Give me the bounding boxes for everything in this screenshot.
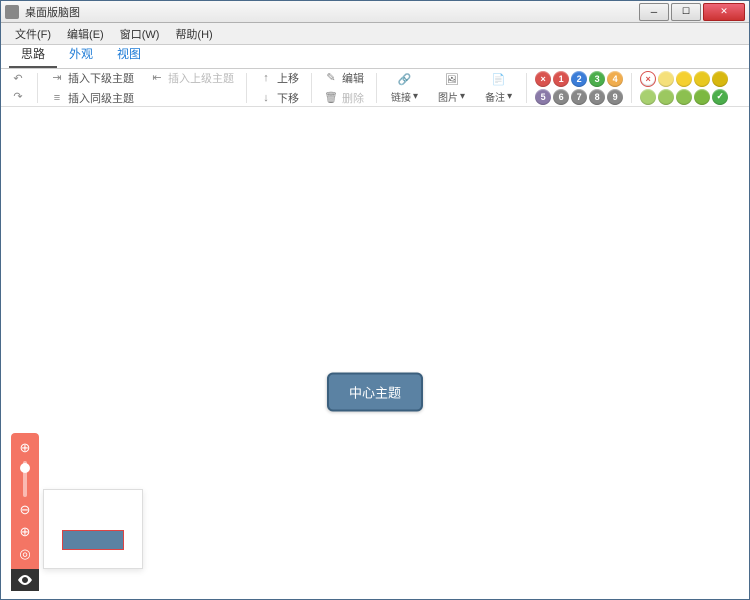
app-window: 桌面版脑图 ─ ☐ ✕ 文件(F) 编辑(E) 窗口(W) 帮助(H) 思路 外… [0,0,750,600]
separator [246,73,247,103]
edit-button[interactable]: ✎编辑 [320,69,368,87]
marker-mr4-3[interactable] [694,89,710,105]
toolbar: ↶ ↷ ⇥插入下级主题 ⇤插入上级主题 ≡插入同级主题 ↑上移 ↓下移 ✎编辑 … [1,69,749,107]
link-button[interactable]: 🔗 链接▾ [385,72,424,104]
separator [376,73,377,103]
pencil-icon: ✎ [324,71,338,85]
tab-idea[interactable]: 思路 [9,41,57,68]
eye-icon [17,574,33,586]
undo-icon: ↶ [11,72,25,86]
minimize-button[interactable]: ─ [639,3,669,21]
move-group: ↑上移 ↓下移 [255,69,303,107]
tab-appearance[interactable]: 外观 [57,41,105,68]
marker-mr2-1[interactable]: 6 [553,89,569,105]
window-title: 桌面版脑图 [25,4,637,20]
marker-mr1-3[interactable]: 3 [589,71,605,87]
move-up-button[interactable]: ↑上移 [255,69,303,87]
marker-mr4-0[interactable] [640,89,656,105]
zoom-out-button[interactable]: ⊖ [16,501,34,519]
separator [526,73,527,103]
insert-sub-button[interactable]: ⇥插入下级主题 [46,69,138,87]
marker-mr3-0[interactable]: × [640,71,656,87]
insert-sub-icon: ⇥ [50,71,64,85]
minimap-toggle-button[interactable] [11,569,39,591]
undo-button[interactable]: ↶ [7,71,29,87]
insert-group: ⇥插入下级主题 ⇤插入上级主题 ≡插入同级主题 [46,69,238,107]
insert-sibling-button[interactable]: ≡插入同级主题 [46,89,238,107]
trash-icon: 🗑 [324,91,338,105]
priority-markers: ×1234 56789 [535,71,623,105]
note-button[interactable]: 📄 备注▾ [479,72,518,104]
marker-mr1-0[interactable]: × [535,71,551,87]
central-topic-node[interactable]: 中心主题 [327,373,423,412]
marker-mr4-4[interactable]: ✓ [712,89,728,105]
delete-button[interactable]: 🗑删除 [320,89,368,107]
zoom-in-button[interactable]: ⊕ [16,439,34,457]
redo-button[interactable]: ↷ [7,89,29,105]
zoom-slider[interactable] [23,461,27,497]
separator [631,73,632,103]
marker-mr3-1[interactable] [658,71,674,87]
marker-mr2-2[interactable]: 7 [571,89,587,105]
note-icon: 📄 [490,72,508,88]
tab-view[interactable]: 视图 [105,41,153,68]
chevron-down-icon: ▾ [460,91,465,102]
marker-mr2-3[interactable]: 8 [589,89,605,105]
tabbar: 思路 外观 视图 [1,45,749,69]
edit-group: ✎编辑 🗑删除 [320,69,368,107]
progress-markers: × ✓ [640,71,728,105]
zoom-thumb[interactable] [20,463,30,473]
marker-mr4-2[interactable] [676,89,692,105]
marker-mr1-2[interactable]: 2 [571,71,587,87]
app-icon [5,5,19,19]
insert-sibling-icon: ≡ [50,91,64,105]
history-group: ↶ ↷ [7,71,29,105]
arrow-down-icon: ↓ [259,91,273,105]
minimap-node [62,530,124,550]
marker-mr2-4[interactable]: 9 [607,89,623,105]
image-button[interactable]: 🖼 图片▾ [432,72,471,104]
marker-mr1-4[interactable]: 4 [607,71,623,87]
chevron-down-icon: ▾ [507,91,512,102]
chevron-down-icon: ▾ [413,91,418,102]
insert-parent-button[interactable]: ⇤插入上级主题 [146,69,238,87]
marker-mr3-4[interactable] [712,71,728,87]
minimap[interactable] [43,489,143,569]
image-icon: 🖼 [443,72,461,88]
arrow-up-icon: ↑ [259,71,273,85]
marker-mr2-0[interactable]: 5 [535,89,551,105]
zoom-reset-button[interactable]: ◎ [16,545,34,563]
marker-mr3-2[interactable] [676,71,692,87]
close-button[interactable]: ✕ [703,3,745,21]
marker-mr1-1[interactable]: 1 [553,71,569,87]
separator [37,73,38,103]
maximize-button[interactable]: ☐ [671,3,701,21]
redo-icon: ↷ [11,90,25,104]
titlebar: 桌面版脑图 ─ ☐ ✕ [1,1,749,23]
link-icon: 🔗 [396,72,414,88]
zoom-fit-button[interactable]: ⊕ [16,523,34,541]
separator [311,73,312,103]
window-controls: ─ ☐ ✕ [637,3,745,21]
menu-help[interactable]: 帮助(H) [167,24,220,44]
marker-mr4-1[interactable] [658,89,674,105]
move-down-button[interactable]: ↓下移 [255,89,303,107]
insert-parent-icon: ⇤ [150,71,164,85]
mindmap-canvas[interactable]: 中心主题 ⊕ ⊖ ⊕ ◎ [1,107,749,599]
zoom-panel: ⊕ ⊖ ⊕ ◎ [11,433,39,569]
marker-mr3-3[interactable] [694,71,710,87]
